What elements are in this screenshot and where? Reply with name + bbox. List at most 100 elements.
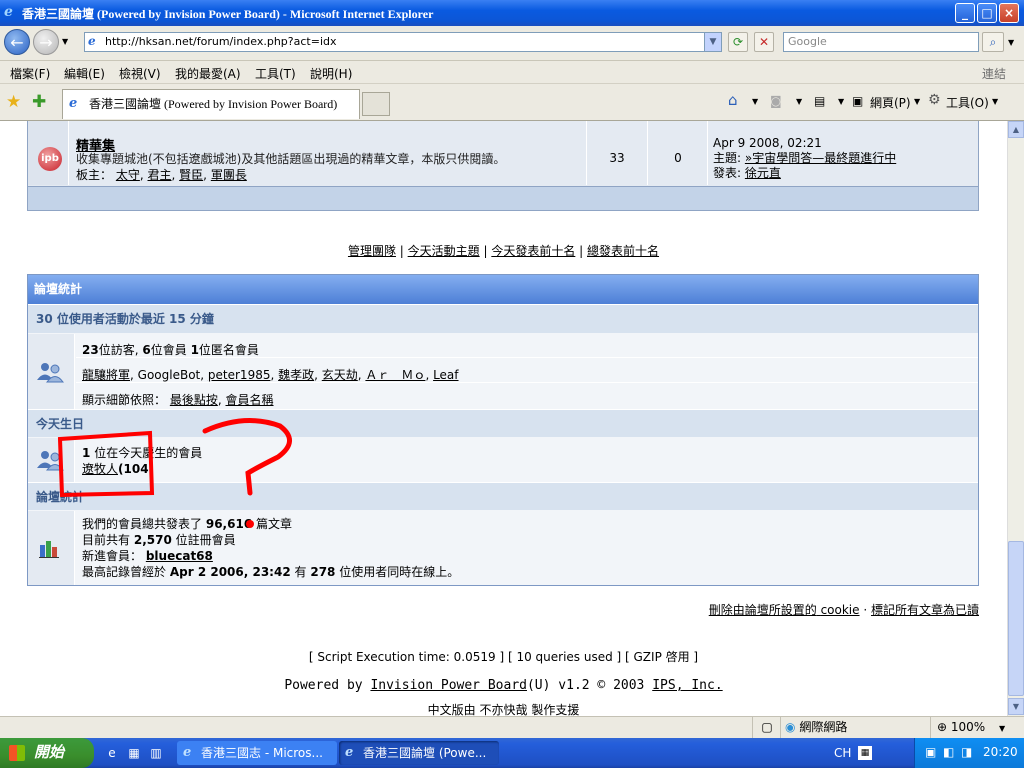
add-favorite-icon[interactable]: ✚ bbox=[32, 92, 46, 112]
menu-view[interactable]: 檢視(V) bbox=[119, 65, 161, 82]
menu-tools[interactable]: 工具(T) bbox=[255, 65, 296, 82]
print-icon[interactable]: ▤ bbox=[814, 94, 825, 108]
stop-icon: ✕ bbox=[758, 35, 770, 49]
page-menu[interactable]: 網頁(P) bbox=[870, 94, 911, 111]
active-user-link[interactable]: 龍驤將軍 bbox=[82, 368, 130, 382]
links-label[interactable]: 連結 bbox=[982, 65, 1006, 82]
task-sanguo[interactable]: e 香港三國志 - Micros... bbox=[177, 741, 337, 765]
moderator-link[interactable]: 軍團長 bbox=[211, 168, 247, 182]
active-user-link[interactable]: Leaf bbox=[433, 368, 458, 382]
forward-button[interactable]: → bbox=[33, 29, 59, 55]
quicklaunch-desktop-icon[interactable]: ▥ bbox=[148, 745, 164, 761]
page-menu-icon[interactable]: ▣ bbox=[852, 94, 863, 108]
sort-options: 顯示細節依照： 最後點按, 會員名稱 bbox=[82, 393, 274, 407]
close-button[interactable]: × bbox=[999, 3, 1019, 23]
newest-member-line: 新進會員： bluecat68 bbox=[82, 547, 213, 564]
birthday-member-link[interactable]: 遼牧人 bbox=[82, 462, 118, 476]
start-button[interactable]: 開始 bbox=[0, 738, 94, 768]
active-icon-cell bbox=[28, 334, 75, 409]
search-button[interactable]: ⌕ bbox=[982, 32, 1004, 52]
feeds-dropdown-icon[interactable]: ▼ bbox=[796, 97, 802, 106]
moderator-link[interactable]: 賢臣 bbox=[179, 168, 203, 182]
menu-help[interactable]: 說明(H) bbox=[310, 65, 352, 82]
chinese-name[interactable]: 不亦快哉 bbox=[479, 703, 527, 716]
chinese-prefix: 中文版由 bbox=[427, 703, 476, 716]
volume-icon[interactable]: ◧ bbox=[943, 745, 954, 759]
active-user-link[interactable]: 玄天劫 bbox=[322, 368, 358, 382]
history-dropdown-icon[interactable]: ▼ bbox=[62, 37, 68, 46]
forum-last-post: Apr 9 2008, 02:21 主題: »宇宙學問答—最終題進行中 發表: … bbox=[713, 136, 896, 181]
tray-app-icon[interactable]: ◨ bbox=[961, 745, 972, 759]
birthday-member-line: 遼牧人(104) bbox=[82, 460, 154, 477]
search-options-icon[interactable]: ▼ bbox=[1008, 38, 1014, 47]
sort-by-member-name[interactable]: 會員名稱 bbox=[226, 393, 274, 407]
moderators-label: 板主： bbox=[76, 168, 113, 182]
address-dropdown-icon[interactable]: ▼ bbox=[704, 33, 721, 51]
home-dropdown-icon[interactable]: ▼ bbox=[752, 97, 758, 106]
moderator-link[interactable]: 君主 bbox=[148, 168, 172, 182]
refresh-icon: ⟳ bbox=[732, 35, 744, 49]
total-posts-line: 我們的會員總共發表了 96,616 篇文章 bbox=[82, 515, 292, 532]
refresh-button[interactable]: ⟳ bbox=[728, 32, 748, 52]
task-forum[interactable]: e 香港三國論壇 (Powe... bbox=[339, 741, 499, 765]
zoom-dropdown-icon[interactable]: ▼ bbox=[999, 724, 1005, 733]
gear-icon[interactable]: ⚙ bbox=[928, 92, 941, 108]
tools-menu[interactable]: 工具(O) bbox=[946, 94, 989, 111]
back-button[interactable]: ← bbox=[4, 29, 30, 55]
quicklaunch-ie-icon[interactable]: e bbox=[104, 745, 120, 761]
last-topic-link[interactable]: »宇宙學問答—最終題進行中 bbox=[745, 151, 896, 165]
quicklaunch-app-icon[interactable]: ▦ bbox=[126, 745, 142, 761]
board-stats-header: 論壇統計 bbox=[28, 482, 978, 510]
ime-icon[interactable]: ▦ bbox=[858, 746, 872, 760]
scroll-thumb[interactable] bbox=[1008, 541, 1024, 696]
network-icon[interactable]: ▣ bbox=[925, 745, 936, 759]
menu-file[interactable]: 檔案(F) bbox=[10, 65, 50, 82]
menu-edit[interactable]: 編輯(E) bbox=[64, 65, 105, 82]
clock: 20:20 bbox=[983, 745, 1018, 759]
menu-favorites[interactable]: 我的最愛(A) bbox=[175, 65, 241, 82]
ips-link[interactable]: IPS, Inc. bbox=[652, 678, 722, 693]
scroll-up-button[interactable]: ▲ bbox=[1008, 121, 1024, 138]
search-input[interactable]: Google bbox=[783, 32, 979, 52]
record-prefix: 最高記錄曾經於 bbox=[82, 565, 167, 579]
active-user-list: 龍驤將軍, GoogleBot, peter1985, 魏孝政, 玄天劫, Ａｒ… bbox=[82, 368, 459, 382]
home-icon[interactable]: ⌂ bbox=[728, 91, 738, 109]
bar-chart-icon bbox=[39, 541, 59, 558]
today-top-posters-link[interactable]: 今天發表前十名 bbox=[491, 244, 575, 258]
stop-button[interactable]: ✕ bbox=[754, 32, 774, 52]
scroll-down-button[interactable]: ▼ bbox=[1008, 698, 1024, 715]
menu-bar: 檔案(F) 編輯(E) 檢視(V) 我的最愛(A) 工具(T) 說明(H) 連結 bbox=[0, 61, 1024, 84]
print-dropdown-icon[interactable]: ▼ bbox=[838, 97, 844, 106]
record-suffix: 位使用者同時在線上。 bbox=[339, 565, 460, 579]
language-indicator[interactable]: CH bbox=[834, 746, 851, 760]
address-input[interactable]: e http://hksan.net/forum/index.php?act=i… bbox=[84, 32, 722, 52]
sort-by-last-click[interactable]: 最後點按 bbox=[170, 393, 218, 407]
moderator-link[interactable]: 太守 bbox=[116, 168, 140, 182]
favorites-star-icon[interactable]: ★ bbox=[6, 92, 21, 112]
page-dropdown-icon[interactable]: ▼ bbox=[914, 97, 920, 106]
active-user-link[interactable]: peter1985 bbox=[208, 368, 271, 382]
team-link[interactable]: 管理團隊 bbox=[348, 244, 396, 258]
vertical-scrollbar[interactable]: ▲ ▼ bbox=[1007, 121, 1024, 716]
zoom-control[interactable]: ⊕ 100% ▼ bbox=[930, 717, 1024, 738]
last-poster-link[interactable]: 徐元直 bbox=[745, 166, 781, 180]
minimize-button[interactable]: _ bbox=[955, 3, 975, 23]
zone-label: 網際網路 bbox=[799, 720, 848, 734]
active-topics-link[interactable]: 今天活動主題 bbox=[408, 244, 480, 258]
active-user-link[interactable]: Ａｒ Ｍｏ bbox=[365, 368, 425, 382]
address-url: http://hksan.net/forum/index.php?act=idx bbox=[105, 35, 337, 48]
maximize-button[interactable]: □ bbox=[977, 3, 997, 23]
active-user-link[interactable]: 魏孝政 bbox=[278, 368, 314, 382]
delete-cookies-link[interactable]: 刪除由論壇所設置的 cookie bbox=[709, 603, 860, 617]
feeds-icon[interactable]: ◙ bbox=[770, 94, 782, 108]
back-arrow-icon: ← bbox=[10, 33, 24, 52]
new-tab-button[interactable] bbox=[362, 92, 390, 116]
overall-top-posters-link[interactable]: 總發表前十名 bbox=[587, 244, 659, 258]
tools-dropdown-icon[interactable]: ▼ bbox=[992, 97, 998, 106]
tab-current[interactable]: e 香港三國論壇 (Powered by Invision Power Boar… bbox=[62, 89, 360, 119]
mark-all-read-link[interactable]: 標記所有文章為已讀 bbox=[871, 603, 979, 617]
newest-member-link[interactable]: bluecat68 bbox=[146, 549, 213, 563]
members-suffix: 位註冊會員 bbox=[175, 533, 236, 547]
address-toolbar: ← → ▼ e http://hksan.net/forum/index.php… bbox=[0, 26, 1024, 61]
ipb-link[interactable]: Invision Power Board bbox=[370, 678, 527, 693]
